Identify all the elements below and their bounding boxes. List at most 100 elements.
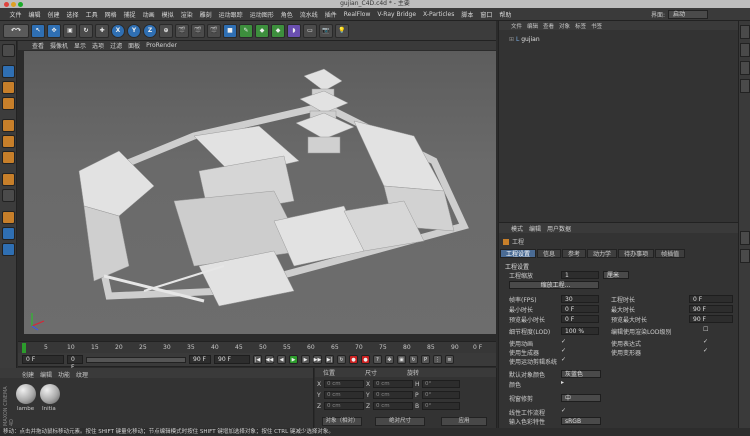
size-x-field[interactable]: 0 cm — [373, 380, 413, 388]
tab-todo[interactable]: 待办事项 — [618, 249, 655, 258]
axis-mode-icon[interactable] — [2, 173, 15, 186]
edges-mode-icon[interactable] — [2, 135, 15, 148]
material-swatch[interactable] — [40, 384, 60, 404]
attribute-menu-user-data[interactable]: 用户数据 — [547, 224, 571, 233]
texture-mode-icon[interactable] — [2, 81, 15, 94]
light-icon[interactable]: 💡 — [335, 23, 349, 38]
tab-reference[interactable]: 参考 — [562, 249, 587, 258]
rotation-b-field[interactable]: 0° — [422, 402, 460, 410]
input-color-select[interactable]: sRGB — [561, 417, 601, 425]
workplane-mode-icon[interactable] — [2, 97, 15, 110]
points-mode-icon[interactable] — [2, 119, 15, 132]
polygons-mode-icon[interactable] — [2, 151, 15, 164]
keyframe-selection-icon[interactable]: ? — [373, 355, 382, 364]
attribute-menu-mode[interactable]: 模式 — [511, 224, 523, 233]
3d-viewport[interactable] — [24, 51, 496, 334]
spline-pen-icon[interactable]: ✎ — [239, 23, 253, 38]
prev-frame-icon[interactable]: ◀ — [277, 355, 286, 364]
menu-sculpt[interactable]: 雕刻 — [196, 10, 215, 19]
menu-pipeline[interactable]: 流水线 — [296, 10, 321, 19]
coordinate-mode-select[interactable]: 对象（相对） — [322, 417, 362, 426]
bend-deformer-icon[interactable]: ◗ — [287, 23, 301, 38]
attributes-tab[interactable] — [740, 231, 750, 245]
tab-info[interactable]: 信息 — [537, 249, 562, 258]
scale-key-icon[interactable]: ▣ — [397, 355, 406, 364]
tweak-mode-icon[interactable] — [2, 189, 15, 202]
render-settings-icon[interactable]: 🎬 — [207, 23, 221, 38]
position-key-icon[interactable]: ✥ — [385, 355, 394, 364]
menu-edit[interactable]: 编辑 — [25, 10, 44, 19]
position-x-field[interactable]: 0 cm — [324, 380, 364, 388]
recent-tools-icon[interactable]: ✚ — [95, 23, 109, 38]
attribute-menu-edit[interactable]: 编辑 — [529, 224, 541, 233]
viewport-menu-cameras[interactable]: 摄像机 — [50, 41, 68, 50]
y-axis-lock-icon[interactable]: Y — [127, 23, 141, 38]
rotate-icon[interactable]: ↻ — [79, 23, 93, 38]
menu-mesh[interactable]: 网格 — [101, 10, 120, 19]
scale-unit-select[interactable]: 厘米 — [603, 271, 629, 279]
lod-field[interactable]: 100 % — [561, 327, 599, 335]
viewport-menu-panel[interactable]: 面板 — [128, 41, 140, 50]
use-motion-checkbox[interactable]: ✓ — [561, 356, 566, 363]
layer-tab[interactable] — [740, 249, 750, 263]
use-expr-checkbox[interactable]: ✓ — [703, 338, 708, 345]
x-axis-lock-icon[interactable]: X — [111, 23, 125, 38]
object-menu-tags[interactable]: 标签 — [575, 22, 586, 30]
material-name[interactable]: lambe — [17, 406, 34, 412]
use-anim-checkbox[interactable]: ✓ — [561, 338, 566, 345]
min-time-field[interactable]: 0 F — [561, 305, 599, 313]
menu-animate[interactable]: 动画 — [139, 10, 158, 19]
menu-vray-bridge[interactable]: V-Ray Bridge — [374, 11, 420, 18]
rotation-h-field[interactable]: 0° — [422, 380, 460, 388]
size-y-field[interactable]: 0 cm — [373, 391, 413, 399]
fps-field[interactable]: 30 — [561, 295, 599, 303]
z-axis-lock-icon[interactable]: Z — [143, 23, 157, 38]
size-z-field[interactable]: 0 cm — [373, 402, 413, 410]
material-menu-edit[interactable]: 编辑 — [40, 370, 52, 379]
make-editable-icon[interactable] — [2, 44, 15, 57]
use-gen-checkbox[interactable]: ✓ — [561, 347, 566, 354]
material-menu-texture[interactable]: 纹理 — [76, 370, 88, 379]
menu-x-particles[interactable]: X-Particles — [420, 11, 458, 18]
object-menu-bookmarks[interactable]: 书签 — [591, 22, 602, 30]
size-mode-select[interactable]: 绝对尺寸 — [375, 417, 425, 426]
viewport-menu-prorender[interactable]: ProRender — [146, 42, 177, 49]
material-menu-create[interactable]: 创建 — [22, 370, 34, 379]
objects-panel-tab[interactable] — [740, 25, 750, 39]
point-level-anim-icon[interactable]: ⋮ — [433, 355, 442, 364]
loop-icon[interactable]: ↻ — [337, 355, 346, 364]
current-frame-marker[interactable] — [22, 343, 26, 353]
menu-plugins[interactable]: 插件 — [321, 10, 340, 19]
live-selection-icon[interactable]: ↖ — [31, 23, 45, 38]
camera-icon[interactable]: 📷 — [319, 23, 333, 38]
structure-tab[interactable] — [740, 61, 750, 75]
frame-range-slider[interactable] — [86, 356, 186, 363]
material-swatch[interactable] — [16, 384, 36, 404]
menu-window[interactable]: 窗口 — [477, 10, 496, 19]
object-menu-view[interactable]: 查看 — [543, 22, 554, 30]
move-icon[interactable]: ✥ — [47, 23, 61, 38]
max-time-field[interactable]: 90 F — [689, 305, 733, 313]
viewport-menu-filter[interactable]: 过滤 — [110, 41, 122, 50]
scale-project-button[interactable]: 缩放工程... — [509, 281, 599, 289]
menu-help[interactable]: 帮助 — [496, 10, 515, 19]
content-browser-tab[interactable] — [740, 43, 750, 57]
coordinate-system-icon[interactable]: ⊕ — [159, 23, 173, 38]
render-view-icon[interactable]: 🎬 — [175, 23, 189, 38]
menu-motion-tracking[interactable]: 运动跟踪 — [215, 10, 246, 19]
prev-key-icon[interactable]: ◀◀ — [265, 355, 274, 364]
rotation-p-field[interactable]: 0° — [422, 391, 460, 399]
preview-min-field[interactable]: 0 F — [561, 315, 599, 323]
menu-select[interactable]: 选择 — [63, 10, 82, 19]
object-name[interactable]: gujian — [521, 36, 539, 43]
viewport-menu-display[interactable]: 显示 — [74, 41, 86, 50]
menu-script[interactable]: 脚本 — [458, 10, 477, 19]
object-menu-objects[interactable]: 对象 — [559, 22, 570, 30]
menu-tools[interactable]: 工具 — [82, 10, 101, 19]
menu-create[interactable]: 创建 — [44, 10, 63, 19]
render-picture-viewer-icon[interactable]: 🎬 — [191, 23, 205, 38]
menu-mograph[interactable]: 运动图形 — [246, 10, 277, 19]
scale-field[interactable]: 1 — [561, 271, 599, 279]
object-tree-item[interactable]: ⊞ L gujian — [509, 36, 540, 43]
play-icon[interactable]: ▶ — [289, 355, 298, 364]
